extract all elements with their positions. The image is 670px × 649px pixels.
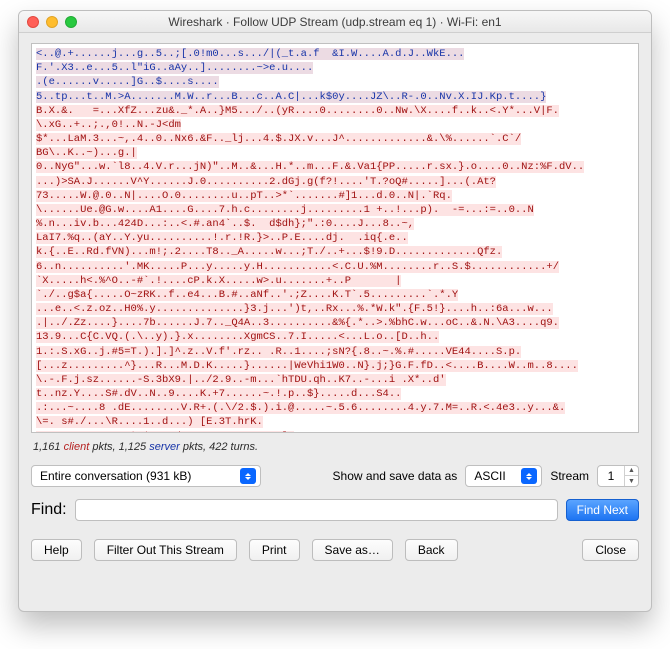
client-text: `X.....h<.%^O..-#`.!....cP.k.X.....w>.u.… xyxy=(36,275,351,287)
print-button[interactable]: Print xyxy=(249,539,300,561)
close-window-icon[interactable] xyxy=(27,16,39,28)
client-text: %.n...iv.b...424D...:..<.#.an4`..$. xyxy=(36,218,257,230)
zoom-window-icon[interactable] xyxy=(65,16,77,28)
client-text: \=. s#./...\R....1..d...) [E.3T.hrK. xyxy=(36,416,263,428)
client-text: \.-.F.j.sz......-S.3bX9.|../2.9..-m...`h… xyxy=(36,374,446,386)
client-text: -=...:=..0..N xyxy=(439,204,534,216)
client-text: \.xG..+..;.,0!..N.-J<dm xyxy=(36,119,181,131)
close-button[interactable]: Close xyxy=(582,539,639,561)
client-text: .:...~....8 .dE........V.R+.(.\/2.$.).i.… xyxy=(36,402,565,414)
stepper-buttons[interactable]: ▲ ▼ xyxy=(624,466,638,486)
client-text: BG\..K..~)...g.| xyxy=(36,147,137,159)
client-text: LaI7.%q..(aY..Y.yu..........!.r.!R.}>..P… xyxy=(36,232,408,244)
find-next-button[interactable]: Find Next xyxy=(566,499,639,521)
button-bar: Help Filter Out This Stream Print Save a… xyxy=(19,529,651,573)
client-text: B.X.&. =...XfZ...zu&._*.A..}M5.../..(yR.… xyxy=(36,105,559,117)
client-text: ............+/ xyxy=(471,261,559,273)
client-text: t..nz.Y....S#.dV..N..9....K.+7......~.!.… xyxy=(36,388,401,400)
conversation-value: Entire conversation (931 kB) xyxy=(40,469,191,483)
client-text: 73.....W.@.0..N|....O.0........u..pT..>*… xyxy=(36,190,452,202)
client-text: .|../.Zz....}....7b......J.7.._Q4A..3...… xyxy=(36,317,559,329)
encoding-select[interactable]: ASCII xyxy=(465,465,542,487)
client-text: ...)>SA.J......V^Y......J.0..........2.d… xyxy=(36,176,496,188)
packet-stats: 1,161 client pkts, 1,125 server pkts, 42… xyxy=(33,441,637,453)
title-bar: Wireshark · Follow UDP Stream (udp.strea… xyxy=(19,11,651,33)
filter-out-button[interactable]: Filter Out This Stream xyxy=(94,539,237,561)
show-save-label: Show and save data as xyxy=(333,469,458,483)
client-text: [...z.........^}...R...M.D.K.....}......… xyxy=(36,360,578,372)
client-text: \......Ue.@G.w....A1....G....7.h.c......… xyxy=(36,204,439,216)
find-row: Find: Find Next xyxy=(19,491,651,529)
stream-number-value: 1 xyxy=(598,469,624,483)
select-arrow-icon xyxy=(521,468,537,484)
encoding-value: ASCII xyxy=(474,469,505,483)
stream-text: <..@.+......j...g..5..;[.0!m0...s.../|(_… xyxy=(36,47,634,433)
client-text: d$dh};".:0....J...8..~, xyxy=(257,218,415,230)
client-text: `./..g$a{.....O~zRK..f..e4...B.#..aNf..'… xyxy=(36,289,458,301)
save-as-button[interactable]: Save as… xyxy=(312,539,393,561)
server-text: F.'.X3..e...5..l"iG..aAy..]........~>e.u… xyxy=(36,62,313,74)
client-text: 0..NyG"...w.`l8..4.V.r...jN)"..M..&...H.… xyxy=(36,161,584,173)
server-text: 5..tp...t..M.>A.......M.W..r...B...c..A.… xyxy=(36,91,546,103)
help-button[interactable]: Help xyxy=(31,539,82,561)
server-text: .(e......v.....]G..$....s.... xyxy=(36,76,219,88)
client-text: 6..n..........'.MK.....P...y.....y.H....… xyxy=(36,261,471,273)
stepper-down-icon[interactable]: ▼ xyxy=(625,476,638,486)
server-text: <..@.+......j...g..5..;[.0!m0...s.../|(_… xyxy=(36,48,464,60)
minimize-window-icon[interactable] xyxy=(46,16,58,28)
client-text: +..0=..3...y...`I$K4.PdE.A..pE.....W..A]… xyxy=(36,431,294,433)
window-frame: Wireshark · Follow UDP Stream (udp.strea… xyxy=(18,10,652,612)
client-text: | xyxy=(351,275,401,287)
controls-row: Entire conversation (931 kB) Show and sa… xyxy=(19,461,651,491)
back-button[interactable]: Back xyxy=(405,539,458,561)
client-text: 1.:.S.xG..j.#5=T.).].]^.z..V.f'.rz.. .R.… xyxy=(36,346,521,358)
client-text: 13.9...C{C.VQ.(.\..y).}.x........XgmCS..… xyxy=(36,331,439,343)
client-text: ...e..<.z.oz..H0%.y..............}3.j...… xyxy=(36,303,553,315)
window-title: Wireshark · Follow UDP Stream (udp.strea… xyxy=(27,15,643,29)
conversation-select[interactable]: Entire conversation (931 kB) xyxy=(31,465,261,487)
stream-number-stepper[interactable]: 1 ▲ ▼ xyxy=(597,465,639,487)
client-text: $*...LaM.3...~,.4..0..Nx6.&F.._lj...4.$.… xyxy=(36,133,521,145)
client-text: .....Qfz. xyxy=(446,246,503,258)
find-label: Find: xyxy=(31,501,67,519)
stream-label: Stream xyxy=(550,469,589,483)
stepper-up-icon[interactable]: ▲ xyxy=(625,466,638,476)
select-arrow-icon xyxy=(240,468,256,484)
client-text: k.{..E..Rd.fVN)...m!;.2....T8.._A.....w.… xyxy=(36,246,446,258)
find-input[interactable] xyxy=(75,499,558,521)
traffic-lights xyxy=(27,16,77,28)
stream-content[interactable]: <..@.+......j...g..5..;[.0!m0...s.../|(_… xyxy=(31,43,639,433)
